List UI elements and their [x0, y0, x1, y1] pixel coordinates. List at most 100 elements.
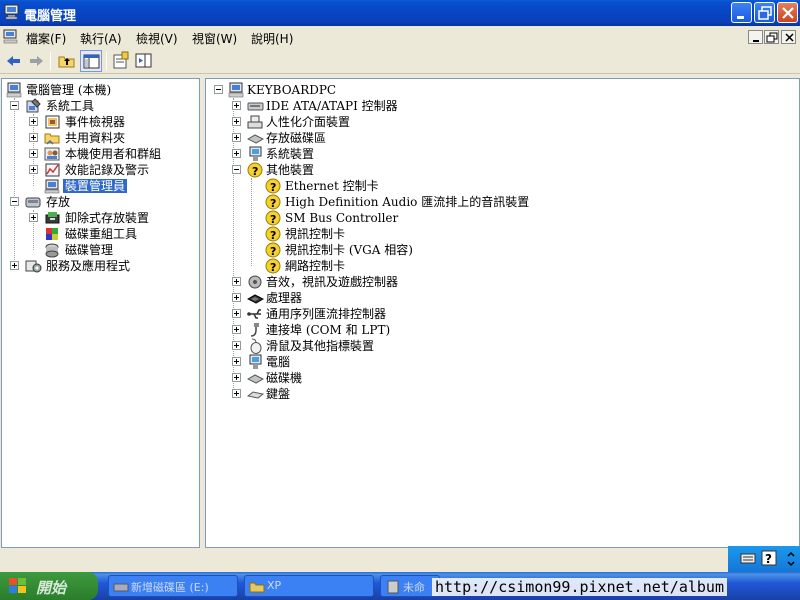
tree-item-perf-logs[interactable]: 效能記錄及警示 [6, 162, 196, 178]
event-viewer-icon [45, 115, 60, 129]
tree-item-computer-root[interactable]: KEYBOARDPC [210, 82, 790, 98]
category-storage-volumes[interactable]: 存放磁碟區 [210, 130, 790, 146]
tree-item-shared-folders[interactable]: 共用資料夾 [6, 130, 196, 146]
menu-window[interactable]: 視窗(W) [192, 30, 237, 47]
tree-label: 存放磁碟區 [266, 131, 327, 145]
child-restore-button[interactable] [764, 30, 779, 44]
device-hd-audio[interactable]: ? High Definition Audio 匯流排上的音訊裝置 [210, 194, 790, 210]
expand-icon[interactable] [232, 325, 241, 334]
expand-icon[interactable] [29, 213, 38, 222]
category-keyboards[interactable]: 鍵盤 [210, 386, 790, 402]
device-tree-pane[interactable]: KEYBOARDPC IDE ATA/ATAPI 控制器 人性化介面裝置 存放磁… [205, 78, 800, 548]
collapse-icon[interactable] [214, 85, 223, 94]
properties-button[interactable] [110, 50, 132, 72]
collapse-icon[interactable] [10, 101, 19, 110]
menu-view[interactable]: 檢視(V) [136, 30, 178, 47]
warning-device-icon: ? [265, 226, 281, 242]
category-ports[interactable]: 連接埠 (COM 和 LPT) [210, 322, 790, 338]
tree-item-defrag[interactable]: 磁碟重組工具 [6, 226, 196, 242]
expand-icon[interactable] [29, 133, 38, 142]
help-icon[interactable]: ? [761, 550, 777, 566]
taskbar-item-untitled[interactable]: 未命 [380, 575, 440, 597]
expand-icon[interactable] [29, 149, 38, 158]
tree-item-device-manager[interactable]: 裝置管理員 [6, 178, 196, 194]
expand-icon[interactable] [29, 165, 38, 174]
app-icon [387, 580, 399, 594]
expand-icon[interactable] [29, 117, 38, 126]
tree-item-local-users[interactable]: 本機使用者和群組 [6, 146, 196, 162]
tree-item-root[interactable]: 電腦管理 (本機) [6, 82, 196, 98]
category-ide-controllers[interactable]: IDE ATA/ATAPI 控制器 [210, 98, 790, 114]
tree-item-storage[interactable]: 存放 [6, 194, 196, 210]
expand-icon[interactable] [232, 293, 241, 302]
expand-icon[interactable] [232, 357, 241, 366]
menu-action[interactable]: 執行(A) [80, 30, 122, 47]
tree-label: 事件檢視器 [65, 115, 126, 129]
forward-button[interactable] [25, 50, 47, 72]
expand-icon[interactable] [232, 309, 241, 318]
child-close-button[interactable] [781, 30, 796, 44]
taskbar-item-drive-e[interactable]: 新增磁碟區 (E:) [108, 575, 238, 597]
system-menu-icon[interactable] [3, 29, 19, 44]
sound-icon [248, 275, 262, 289]
category-system-devices[interactable]: 系統裝置 [210, 146, 790, 162]
tree-item-removable-storage[interactable]: 卸除式存放裝置 [6, 210, 196, 226]
tree-item-disk-management[interactable]: 磁碟管理 [6, 242, 196, 258]
expand-icon[interactable] [232, 101, 241, 110]
category-usb-controllers[interactable]: 通用序列匯流排控制器 [210, 306, 790, 322]
tree-label: High Definition Audio 匯流排上的音訊裝置 [285, 195, 530, 209]
category-sound-video-game[interactable]: 音效，視訊及遊戲控制器 [210, 274, 790, 290]
expand-icon[interactable] [232, 149, 241, 158]
tree-item-event-viewer[interactable]: 事件檢視器 [6, 114, 196, 130]
window-title: 電腦管理 [24, 9, 77, 24]
tray-options-icon[interactable] [786, 550, 796, 568]
menu-bar: 檔案(F) 執行(A) 檢視(V) 視窗(W) 說明(H) [0, 26, 800, 48]
expand-icon[interactable] [232, 117, 241, 126]
device-video-controller-vga[interactable]: ? 視訊控制卡 (VGA 相容) [210, 242, 790, 258]
tree-label: 服務及應用程式 [46, 259, 131, 273]
expand-icon[interactable] [232, 373, 241, 382]
expand-icon[interactable] [232, 389, 241, 398]
tree-label: Ethernet 控制卡 [285, 179, 379, 193]
device-smbus-controller[interactable]: ? SM Bus Controller [210, 210, 790, 226]
device-network-controller[interactable]: ? 網路控制卡 [210, 258, 790, 274]
menu-file[interactable]: 檔案(F) [26, 30, 66, 47]
show-hide-tree-button[interactable] [80, 50, 102, 72]
keyboard-layout-icon[interactable] [740, 551, 756, 565]
tree-item-system-tools[interactable]: 系統工具 [6, 98, 196, 114]
expand-icon[interactable] [232, 133, 241, 142]
help-panel-button[interactable] [133, 50, 155, 72]
title-bar[interactable]: 電腦管理 [0, 0, 800, 26]
expand-icon[interactable] [232, 277, 241, 286]
category-processors[interactable]: 處理器 [210, 290, 790, 306]
minimize-button[interactable] [731, 2, 752, 23]
maximize-button[interactable] [754, 2, 775, 23]
expand-icon[interactable] [232, 341, 241, 350]
category-mice[interactable]: 滑鼠及其他指標裝置 [210, 338, 790, 354]
svg-text:?: ? [270, 261, 276, 274]
category-disk-drives[interactable]: 磁碟機 [210, 370, 790, 386]
device-ethernet-controller[interactable]: ? Ethernet 控制卡 [210, 178, 790, 194]
computer-icon [228, 82, 244, 98]
back-icon [7, 56, 20, 66]
taskbar-item-xp[interactable]: XP [244, 575, 374, 597]
category-other-devices[interactable]: ? 其他裝置 [210, 162, 790, 178]
device-video-controller[interactable]: ? 視訊控制卡 [210, 226, 790, 242]
category-computer[interactable]: 電腦 [210, 354, 790, 370]
hid-icon [247, 115, 263, 129]
tree-item-services-apps[interactable]: 服務及應用程式 [6, 258, 196, 274]
close-button[interactable] [777, 2, 798, 23]
up-one-level-button[interactable] [56, 50, 78, 72]
tree-label: 音效，視訊及遊戲控制器 [266, 275, 399, 289]
console-tree-pane[interactable]: 電腦管理 (本機) 系統工具 事件檢視器 共用資料夾 本機使用者和群組 效能記錄… [1, 78, 200, 548]
svg-text:?: ? [270, 213, 276, 226]
collapse-icon[interactable] [10, 197, 19, 206]
back-button[interactable] [3, 50, 25, 72]
expand-icon[interactable] [10, 261, 19, 270]
menu-help[interactable]: 說明(H) [251, 30, 293, 47]
collapse-icon[interactable] [232, 165, 241, 174]
start-button[interactable]: 開始 [0, 572, 98, 600]
child-minimize-button[interactable] [748, 30, 763, 44]
category-hid[interactable]: 人性化介面裝置 [210, 114, 790, 130]
storage-icon [25, 197, 41, 208]
